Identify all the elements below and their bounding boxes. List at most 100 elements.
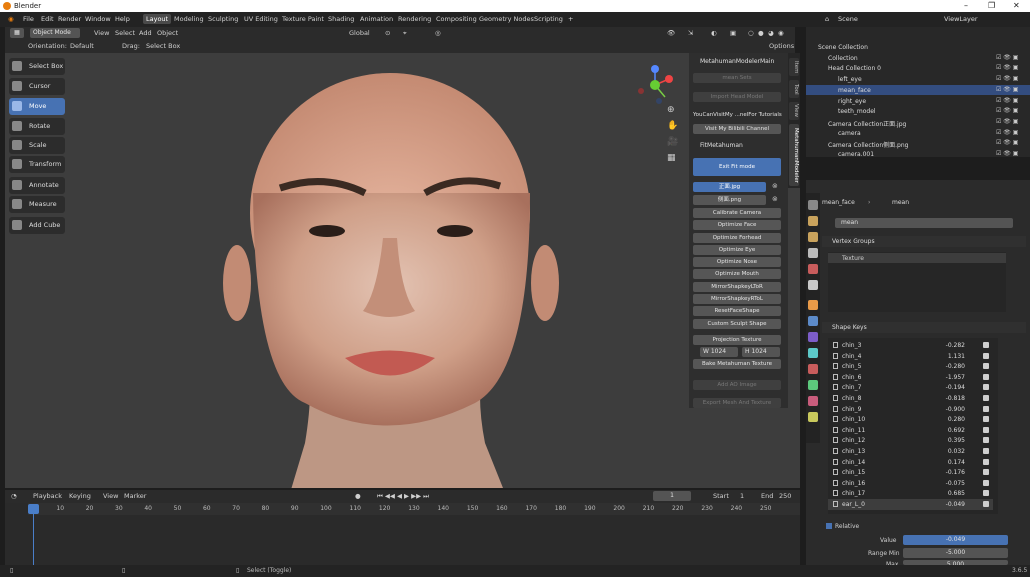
shape-key-value[interactable]: 0.174: [948, 459, 965, 466]
shape-key-value[interactable]: -0.194: [946, 384, 965, 391]
tool-props-icon[interactable]: [808, 200, 818, 210]
navigation-gizmo[interactable]: [635, 65, 675, 105]
menu-render[interactable]: Render: [58, 15, 81, 23]
shape-key-value[interactable]: -0.075: [946, 480, 965, 487]
start-value[interactable]: 1: [740, 492, 744, 500]
perspective-grid-icon[interactable]: ▦: [667, 153, 676, 163]
tab-texture-paint[interactable]: Texture Paint: [279, 14, 327, 24]
tab-geometry-nodes[interactable]: Geometry Nodes: [476, 14, 537, 24]
export-button[interactable]: Export Mesh And Texture: [693, 398, 781, 408]
minimize-button[interactable]: –: [964, 1, 968, 10]
tool-transform[interactable]: Transform: [9, 156, 65, 173]
mesh-name-field[interactable]: mean: [835, 218, 1013, 228]
pan-hand-icon[interactable]: ✋: [667, 121, 678, 131]
shape-key-mute-checkbox[interactable]: [983, 384, 989, 391]
side-image-field[interactable]: 侧面.png: [693, 195, 766, 205]
outliner-row[interactable]: Camera Collection正面.jpg ☑ 👁 ▣: [806, 117, 1030, 128]
shape-key-value[interactable]: -0.280: [946, 363, 965, 370]
shape-key-row[interactable]: chin_17 0.685: [828, 488, 993, 499]
projection-texture-button[interactable]: Projection Texture: [693, 335, 781, 345]
front-image-field[interactable]: 正面.jpg: [693, 182, 766, 192]
physics-icon[interactable]: [808, 348, 818, 358]
shape-key-mute-checkbox[interactable]: [983, 352, 989, 359]
3d-viewport[interactable]: ⊕ ✋ 🎥 ▦: [5, 53, 800, 488]
tab-uv-editing[interactable]: UV Editing: [241, 14, 281, 24]
optimize-mouth-button[interactable]: Optimize Mouth: [693, 269, 781, 279]
visibility-toggle-icon[interactable]: ☑ 👁 ▣: [996, 118, 1018, 125]
modifier-icon[interactable]: [808, 316, 818, 326]
mode-selector[interactable]: Object Mode: [30, 28, 80, 38]
view-layer-selector[interactable]: ViewLayer: [944, 15, 978, 23]
optimize-eye-button[interactable]: Optimize Eye: [693, 245, 781, 255]
shape-key-row[interactable]: chin_8 -0.818: [828, 393, 993, 404]
shape-key-row[interactable]: chin_15 -0.176: [828, 467, 993, 478]
transform-orientation[interactable]: Global: [349, 29, 370, 37]
shape-key-row[interactable]: chin_9 -0.900: [828, 404, 993, 415]
shape-key-mute-checkbox[interactable]: [983, 458, 989, 465]
outliner-row[interactable]: Collection ☑ 👁 ▣: [806, 53, 1030, 64]
shape-key-value[interactable]: -0.818: [946, 395, 965, 402]
shading-wireframe-icon[interactable]: ○: [748, 29, 754, 37]
outliner-row[interactable]: camera ☑ 👁 ▣: [806, 128, 1030, 139]
visibility-toggle-icon[interactable]: ☑ 👁 ▣: [996, 64, 1018, 71]
shape-key-mute-checkbox[interactable]: [983, 416, 989, 423]
scene-props-icon[interactable]: [808, 264, 818, 274]
shape-key-value[interactable]: 0.395: [948, 437, 965, 444]
shape-key-row[interactable]: chin_5 -0.280: [828, 361, 993, 372]
shape-key-row[interactable]: ear_L_0 -0.049: [828, 499, 993, 510]
outliner-row[interactable]: camera.001 ☑ 👁 ▣: [806, 149, 1030, 160]
height-field[interactable]: H 1024: [742, 347, 780, 357]
tab-metahuman-modeler[interactable]: MetahumanModeler: [789, 124, 799, 186]
import-head-button[interactable]: Import Head Model: [693, 92, 781, 102]
render-props-icon[interactable]: [808, 216, 818, 226]
tab-sculpting[interactable]: Sculpting: [205, 14, 241, 24]
visibility-toggle-icon[interactable]: ☑ 👁 ▣: [996, 75, 1018, 82]
visibility-toggle-icon[interactable]: ☑ 👁 ▣: [996, 97, 1018, 104]
visibility-toggle-icon[interactable]: ☑ 👁 ▣: [996, 54, 1018, 61]
vertex-groups-header[interactable]: Vertex Groups: [822, 236, 1026, 247]
mesh-data-icon[interactable]: [808, 380, 818, 390]
shape-key-value[interactable]: -0.900: [946, 406, 965, 413]
shape-key-row[interactable]: chin_11 0.692: [828, 425, 993, 436]
optimize-forhead-button[interactable]: Optimize Forhead: [693, 233, 781, 243]
shape-key-row[interactable]: chin_14 0.174: [828, 457, 993, 468]
shape-key-mute-checkbox[interactable]: [983, 373, 989, 380]
shape-key-row[interactable]: chin_12 0.395: [828, 435, 993, 446]
proportional-icon[interactable]: ◎: [435, 29, 441, 37]
shape-key-value[interactable]: 0.032: [948, 448, 965, 455]
tool-move[interactable]: Move: [9, 98, 65, 115]
menu-add[interactable]: Add: [139, 29, 152, 37]
shape-key-mute-checkbox[interactable]: [983, 479, 989, 486]
menu-select[interactable]: Select: [115, 29, 135, 37]
editor-type-icon[interactable]: ▦: [10, 28, 24, 38]
relative-checkbox[interactable]: [826, 523, 832, 529]
shape-key-value[interactable]: -1.957: [946, 374, 965, 381]
playback-controls[interactable]: ⏮ ◀◀ ◀ ▶ ▶▶ ⏭: [377, 492, 429, 501]
panel-title-main[interactable]: MetahumanModelerMain: [700, 58, 774, 65]
breadcrumb-mesh[interactable]: mean: [892, 199, 909, 206]
calibrate-camera-button[interactable]: Calibrate Camera: [693, 208, 781, 218]
tab-shading[interactable]: Shading: [325, 14, 357, 24]
outliner-row[interactable]: right_eye ☑ 👁 ▣: [806, 96, 1030, 107]
shape-key-mute-checkbox[interactable]: [983, 426, 989, 433]
close-button[interactable]: ✕: [1013, 1, 1020, 10]
mirror-r-to-l-button[interactable]: MirrorShapkeyRToL: [693, 294, 781, 304]
bake-texture-button[interactable]: Bake Metahuman Texture: [693, 359, 781, 369]
shape-key-mute-checkbox[interactable]: [983, 448, 989, 454]
outliner-row[interactable]: Head Collection 0 ☑ 👁 ▣: [806, 63, 1030, 74]
optimize-nose-button[interactable]: Optimize Nose: [693, 257, 781, 267]
visibility-icon[interactable]: 👁: [667, 29, 675, 37]
shape-key-row[interactable]: chin_10 0.280: [828, 414, 993, 425]
tool-annotate[interactable]: Annotate: [9, 177, 65, 194]
camera-view-icon[interactable]: 🎥: [667, 137, 678, 147]
shape-key-mute-checkbox[interactable]: [983, 469, 989, 476]
shape-key-value[interactable]: -0.176: [946, 469, 965, 476]
bilibili-button[interactable]: Visit My Bilibili Channel: [693, 124, 781, 134]
shading-rendered-icon[interactable]: ◉: [778, 29, 784, 37]
menu-file[interactable]: File: [23, 15, 34, 23]
shading-material-icon[interactable]: ◕: [768, 29, 774, 37]
range-min-field[interactable]: -5.000: [903, 548, 1008, 558]
outliner-row[interactable]: left_eye ☑ 👁 ▣: [806, 74, 1030, 85]
remove-side-icon[interactable]: ⊗: [772, 195, 778, 203]
shape-key-row[interactable]: chin_4 1.131: [828, 351, 993, 362]
